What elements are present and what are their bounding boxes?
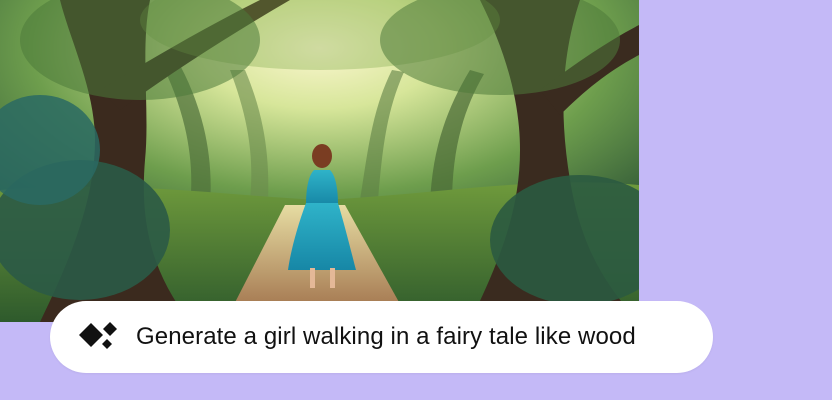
- prompt-text: Generate a girl walking in a fairy tale …: [136, 323, 636, 350]
- ai-sparkle-icon: [79, 322, 117, 349]
- forest-illustration: [0, 0, 639, 322]
- generated-image: [0, 0, 639, 322]
- prompt-bar: Generate a girl walking in a fairy tale …: [50, 301, 713, 373]
